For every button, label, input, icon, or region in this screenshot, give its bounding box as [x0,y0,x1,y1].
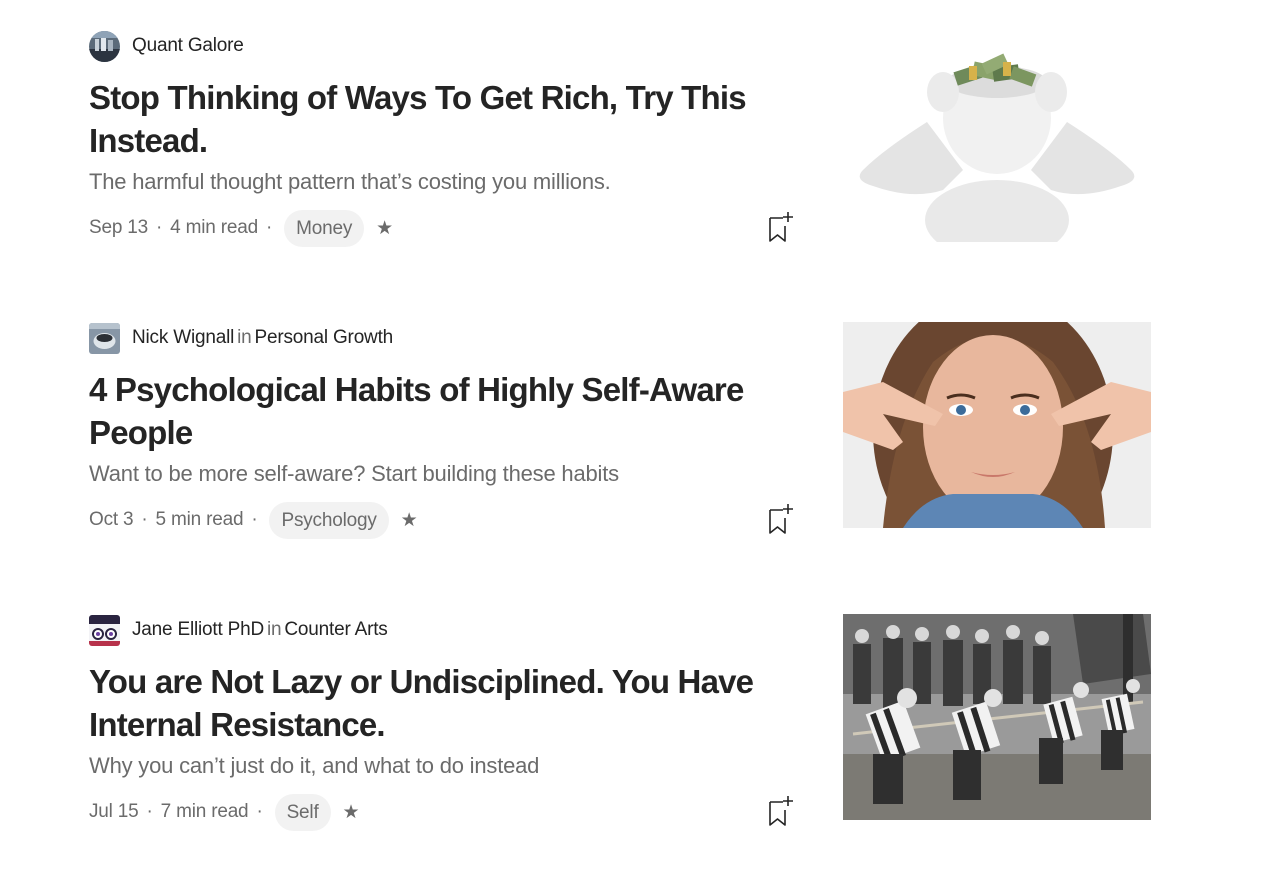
publication-name[interactable]: Counter Arts [284,619,387,641]
author-row: Quant Galore [89,30,244,62]
article-feed: Quant Galore Stop Thinking of Ways To Ge… [0,0,1280,874]
author-in-label: in [266,619,282,640]
tug-of-war-photo-image [843,614,1151,820]
member-star-icon: ★ [376,217,393,239]
article-thumbnail[interactable] [843,614,1151,826]
meta-separator: · [251,509,258,530]
meta-separator: · [146,801,153,822]
author-in-label: in [237,327,252,348]
topic-tag[interactable]: Money [284,209,365,247]
publish-date: Oct 3 [89,509,134,530]
author-name[interactable]: Jane Elliott PhD [132,619,264,641]
article-subtitle[interactable]: Want to be more self-aware? Start buildi… [89,459,789,489]
author-row: Jane Elliott PhD in Counter Arts [89,614,388,646]
article-subtitle[interactable]: Why you can’t just do it, and what to do… [89,751,789,781]
woman-portrait-image [843,322,1151,534]
bookmark-add-icon[interactable] [767,502,797,536]
author-avatar[interactable] [89,322,120,354]
article-thumbnail[interactable] [843,322,1151,534]
read-time: 7 min read [160,801,249,822]
author-avatar[interactable] [89,30,120,62]
author-name[interactable]: Nick Wignall [132,327,234,349]
publication-name[interactable]: Personal Growth [255,327,394,349]
meta-separator: · [265,217,273,238]
author-name[interactable]: Quant Galore [132,35,244,57]
money-head-figure-image [843,30,1151,242]
topic-tag[interactable]: Psychology [269,501,389,539]
article-card[interactable]: Quant Galore Stop Thinking of Ways To Ge… [89,30,1151,270]
article-meta: Oct 3 · 5 min read · Psychology ★ [89,501,418,539]
publish-date: Jul 15 [89,801,139,822]
article-title[interactable]: 4 Psychological Habits of Highly Self-Aw… [89,368,789,454]
article-subtitle[interactable]: The harmful thought pattern that’s costi… [89,167,789,197]
read-time: 5 min read [155,509,244,530]
member-star-icon: ★ [400,509,418,531]
publish-date: Sep 13 [89,217,149,238]
article-title[interactable]: You are Not Lazy or Undisciplined. You H… [89,660,789,746]
article-meta: Jul 15 · 7 min read · Self ★ [89,793,360,831]
article-meta: Sep 13 · 4 min read · Money ★ [89,209,393,247]
meta-separator: · [141,509,148,530]
bookmark-add-icon[interactable] [767,210,797,244]
meta-separator: · [256,801,263,822]
author-row: Nick Wignall in Personal Growth [89,322,393,354]
read-time: 4 min read [170,217,258,238]
article-title[interactable]: Stop Thinking of Ways To Get Rich, Try T… [89,76,789,162]
article-card[interactable]: Nick Wignall in Personal Growth 4 Psycho… [89,322,1151,562]
author-avatar[interactable] [89,614,120,646]
article-card[interactable]: Jane Elliott PhD in Counter Arts You are… [89,614,1151,854]
meta-separator: · [156,217,163,238]
topic-tag[interactable]: Self [274,793,331,831]
bookmark-add-icon[interactable] [767,794,797,828]
member-star-icon: ★ [342,801,360,823]
article-thumbnail[interactable] [843,30,1151,242]
